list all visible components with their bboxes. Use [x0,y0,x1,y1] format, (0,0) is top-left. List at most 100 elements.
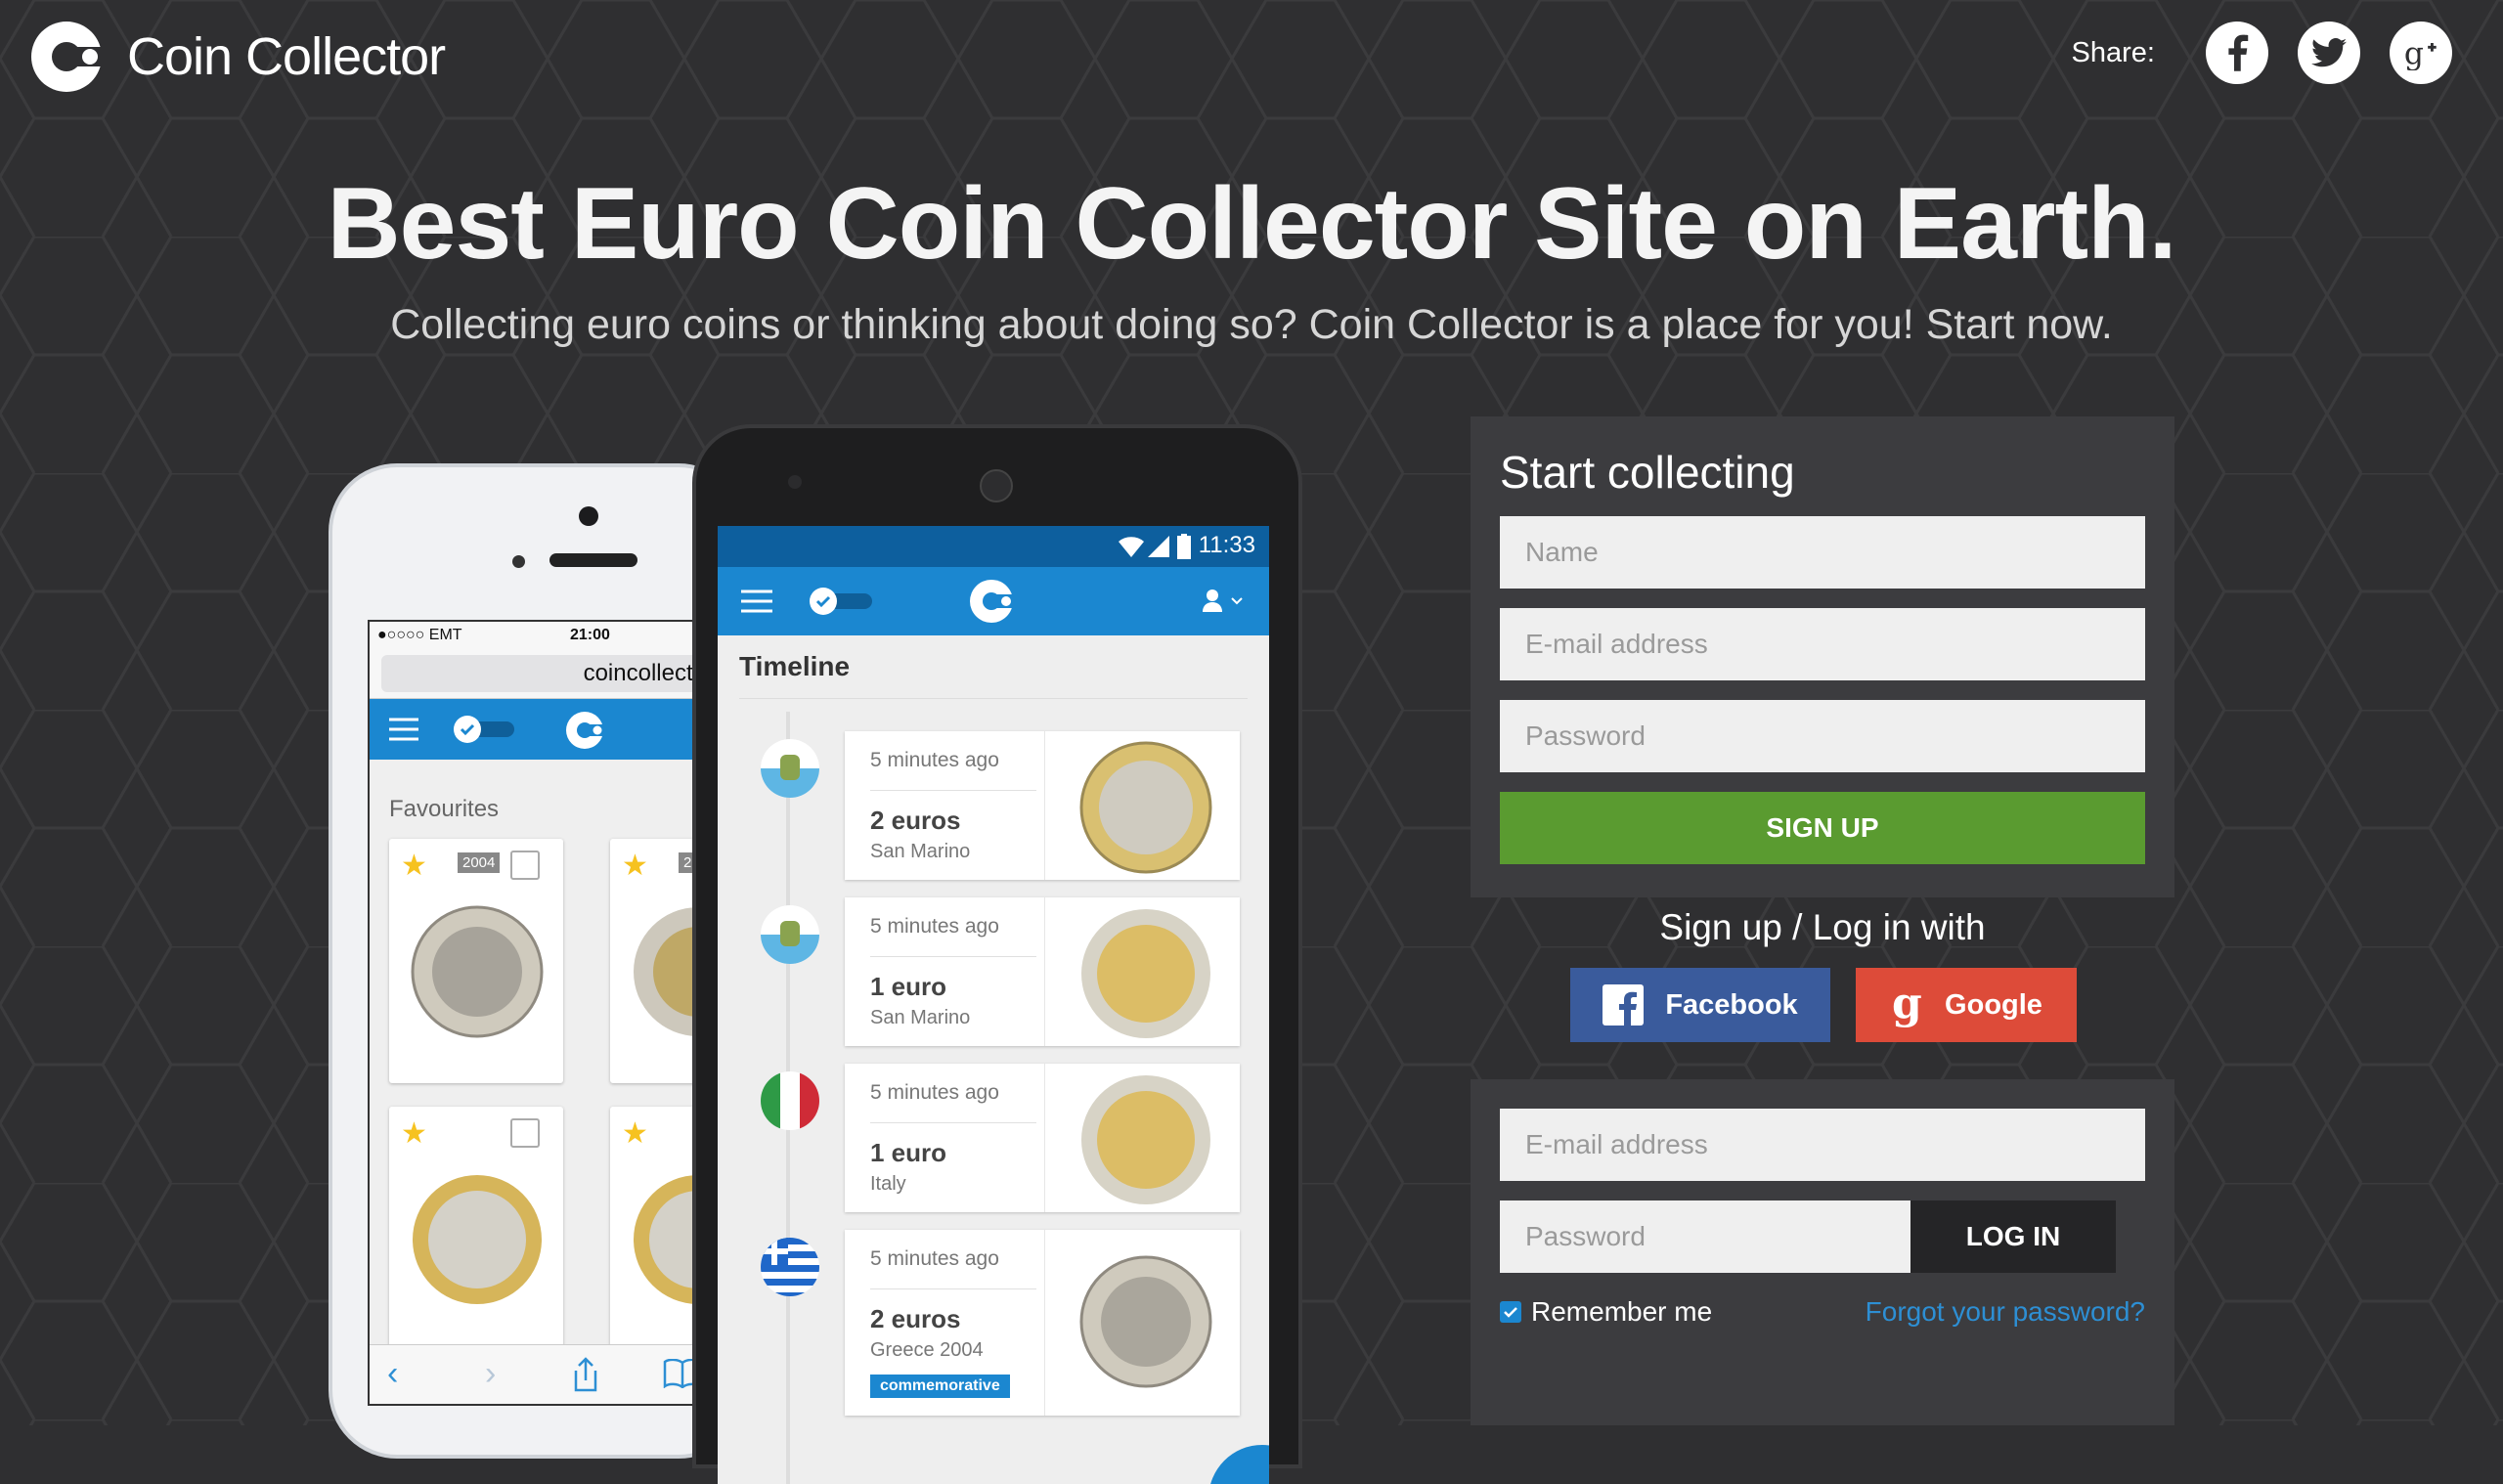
android-camera [788,475,802,489]
timeline-entry[interactable]: 5 minutes ago 2 euros San Marino [845,731,1240,880]
ios-time: 21:00 [570,627,610,643]
login-button[interactable]: LOG IN [1910,1200,2116,1273]
share-facebook-button[interactable] [2206,22,2268,84]
entry-value: 1 euro [870,1138,947,1167]
remember-me[interactable]: Remember me [1500,1296,1712,1328]
android-app-bar [718,567,1269,635]
name-input[interactable] [1500,516,2145,589]
entry-divider [870,790,1036,791]
share-label: Share: [2071,36,2155,68]
entry-value: 2 euros [870,806,961,835]
remember-me-checkbox[interactable] [1500,1301,1521,1323]
favourite-coin-card[interactable]: ★ 2004 [389,839,563,1083]
site-logo[interactable]: Coin Collector [31,18,446,96]
coin-image [1079,741,1212,874]
share-icon[interactable] [571,1357,600,1392]
timeline-entry[interactable]: 5 minutes ago 2 euros Greece 2004 commem… [845,1230,1240,1416]
entry-country: Greece 2004 [870,1339,984,1361]
timeline-entry[interactable]: 5 minutes ago 1 euro Italy [845,1064,1240,1212]
commemorative-badge: commemorative [870,1375,1010,1398]
app-logo-icon [970,580,1017,623]
entry-value: 1 euro [870,972,947,1001]
login-panel: LOG IN Remember me Forgot your password? [1471,1079,2174,1425]
login-password-input[interactable] [1500,1200,1910,1273]
coin-image [1081,909,1210,1038]
brand-name: Coin Collector [127,27,446,86]
ios-address-bar: coincollector.eu [370,649,743,699]
entry-country: Italy [870,1173,906,1195]
collection-toggle-icon [454,716,514,743]
entry-country: San Marino [870,1007,971,1028]
android-time: 11:33 [1198,532,1255,558]
italy-flag-icon [761,1071,819,1130]
twitter-icon [2311,38,2347,67]
entry-divider [870,1288,1036,1289]
iphone-mockup: ●○○○○ EMT 21:00 coincollector.eu Favouri… [329,463,747,1459]
app-logo-icon [566,712,608,749]
android-status-bar: 11:33 [718,526,1269,567]
hamburger-menu-icon [389,718,418,741]
entry-country: San Marino [870,841,971,862]
iphone-app-bar [370,699,743,760]
google-login-button[interactable]: g Google [1856,968,2077,1042]
wifi-icon [1119,537,1144,557]
signup-button[interactable]: SIGN UP [1500,792,2145,864]
ios-carrier: ●○○○○ EMT [377,627,462,643]
forgot-password-link[interactable]: Forgot your password? [1866,1296,2145,1328]
entry-split [1044,1230,1045,1416]
coin-image [1079,1255,1212,1388]
checkmark-icon [1504,1307,1517,1318]
ios-toolbar: ‹ › [370,1344,743,1404]
signup-password-input[interactable] [1500,700,2145,772]
star-icon: ★ [401,850,427,882]
share-google-plus-button[interactable]: g [2390,22,2452,84]
coin-image [1081,1075,1210,1204]
entry-divider [870,956,1036,957]
back-icon[interactable]: ‹ [387,1355,398,1393]
svg-text:g: g [1892,982,1922,1027]
hamburger-menu-icon[interactable] [741,589,772,614]
favourites-heading: Favourites [389,796,500,822]
facebook-login-button[interactable]: Facebook [1570,968,1830,1042]
forward-icon[interactable]: › [485,1355,496,1393]
coin-image [411,905,544,1038]
coin-year-badge: 2004 [458,852,501,873]
coin-image [413,1175,542,1304]
signup-panel: Start collecting SIGN UP [1471,416,2174,897]
hero-subtitle: Collecting euro coins or thinking about … [390,301,2113,348]
entry-time: 5 minutes ago [870,749,999,771]
timeline-entry[interactable]: 5 minutes ago 1 euro San Marino [845,897,1240,1046]
select-checkbox[interactable] [510,1118,540,1148]
entry-time: 5 minutes ago [870,1081,999,1104]
google-icon: g [1890,982,1923,1027]
timeline-heading: Timeline [739,651,851,681]
entry-split [1044,897,1045,1046]
select-checkbox[interactable] [510,851,540,880]
facebook-icon [1603,984,1645,1026]
hero-title: Best Euro Coin Collector Site on Earth. [327,167,2177,281]
greece-flag-icon [761,1238,819,1296]
facebook-icon [2228,34,2249,71]
entry-split [1044,1064,1045,1212]
star-icon: ★ [622,1117,648,1150]
google-plus-icon: g [2404,36,2437,70]
favourite-coin-card[interactable]: ★ [389,1107,563,1351]
login-email-input[interactable] [1500,1109,2145,1181]
iphone-camera [579,506,598,526]
collection-toggle-icon[interactable] [804,587,874,616]
remember-me-label: Remember me [1531,1296,1713,1327]
entry-time: 5 minutes ago [870,915,999,938]
add-coin-fab[interactable] [1208,1445,1269,1484]
iphone-sensor [512,555,525,568]
star-icon: ★ [622,850,648,882]
user-menu-icon[interactable] [1201,589,1248,614]
signup-email-input[interactable] [1500,608,2145,680]
share-twitter-button[interactable] [2298,22,2360,84]
star-icon: ★ [401,1117,427,1150]
timeline-divider [739,698,1248,699]
android-speaker [980,469,1013,502]
signal-icon [1148,536,1169,557]
signup-title: Start collecting [1500,447,1795,498]
social-login-label: Sign up / Log in with [1659,907,1986,947]
ios-status-bar: ●○○○○ EMT 21:00 [370,622,743,649]
